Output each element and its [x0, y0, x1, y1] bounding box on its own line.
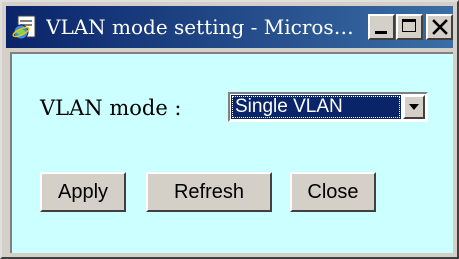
maximize-icon — [402, 19, 416, 32]
vlan-mode-selected-value[interactable]: Single VLAN — [231, 95, 401, 119]
vlan-mode-select[interactable]: Single VLAN — [228, 92, 428, 122]
close-icon — [431, 18, 449, 36]
popup-window: VLAN mode setting - Microso... VLAN mode… — [0, 0, 459, 259]
refresh-button[interactable]: Refresh — [146, 172, 272, 212]
window-title: VLAN mode setting - Microso... — [46, 15, 358, 39]
apply-button[interactable]: Apply — [40, 172, 126, 212]
ie-page-icon[interactable] — [12, 13, 40, 41]
title-bar[interactable]: VLAN mode setting - Microso... — [6, 6, 453, 48]
vlan-mode-label: VLAN mode : — [40, 96, 182, 120]
maximize-button[interactable] — [396, 14, 423, 40]
minimize-button[interactable] — [368, 14, 395, 40]
chevron-down-icon — [409, 104, 419, 110]
dropdown-button[interactable] — [403, 95, 425, 119]
minimize-icon — [375, 31, 387, 34]
close-button[interactable]: Close — [290, 172, 376, 212]
dialog-content: VLAN mode : Single VLAN Apply Refresh Cl… — [10, 52, 453, 253]
close-window-button[interactable] — [426, 14, 453, 40]
